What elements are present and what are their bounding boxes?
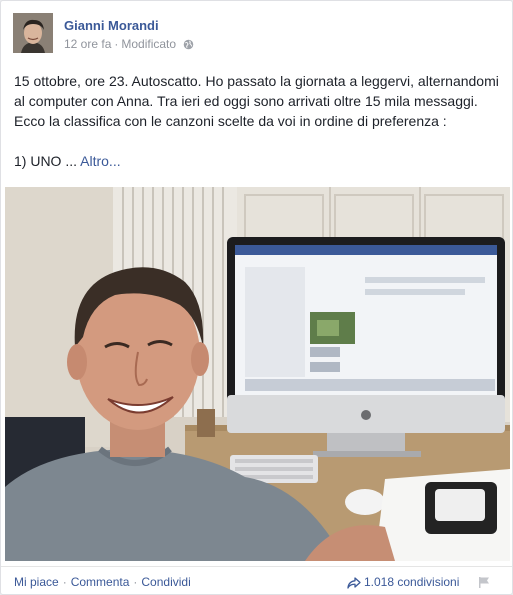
post-footer: Mi piace · Commenta · Condividi 1.018 condiv… — [1, 566, 512, 594]
shares-count: 1.018 condivisioni — [364, 575, 460, 589]
globe-icon[interactable] — [183, 39, 194, 50]
post-time[interactable]: 12 ore fa — [64, 37, 111, 51]
meta-separator: · — [114, 37, 119, 51]
comment-button[interactable]: Commenta — [71, 575, 130, 589]
post-meta: 12 ore fa · Modificato — [64, 37, 194, 51]
edited-status[interactable]: Modificato — [121, 37, 176, 51]
post-actions: Mi piace · Commenta · Condividi — [14, 575, 191, 589]
see-more-link[interactable]: Altro... — [80, 153, 120, 169]
action-separator: · — [62, 575, 67, 589]
post-text-line: Ecco la classifica con le canzoni scelte… — [14, 113, 447, 129]
share-button[interactable]: Condividi — [141, 575, 190, 589]
teaser-text: 1) UNO ... — [14, 153, 78, 169]
share-arrow-icon — [347, 577, 361, 589]
post-text-line: 15 ottobre, ore 23. Autoscatto. Ho passa… — [14, 73, 499, 89]
avatar-photo — [13, 13, 53, 53]
post-text: 15 ottobre, ore 23. Autoscatto. Ho passa… — [14, 71, 504, 171]
post-text-line: al computer con Anna. Tra ieri ed oggi s… — [14, 93, 478, 109]
selfie-photo — [5, 187, 510, 561]
like-button[interactable]: Mi piace — [14, 575, 59, 589]
post-teaser: 1) UNO ... Altro... — [14, 151, 504, 171]
avatar[interactable] — [13, 13, 53, 53]
imac-monitor — [227, 237, 505, 457]
post-photo[interactable] — [5, 187, 510, 561]
shares-count-link[interactable]: 1.018 condivisioni — [347, 575, 459, 589]
post-card: Gianni Morandi 12 ore fa · Modificato 15 o… — [0, 0, 513, 595]
flag-icon[interactable] — [478, 576, 490, 588]
action-separator: · — [133, 575, 138, 589]
author-name[interactable]: Gianni Morandi — [64, 18, 159, 33]
